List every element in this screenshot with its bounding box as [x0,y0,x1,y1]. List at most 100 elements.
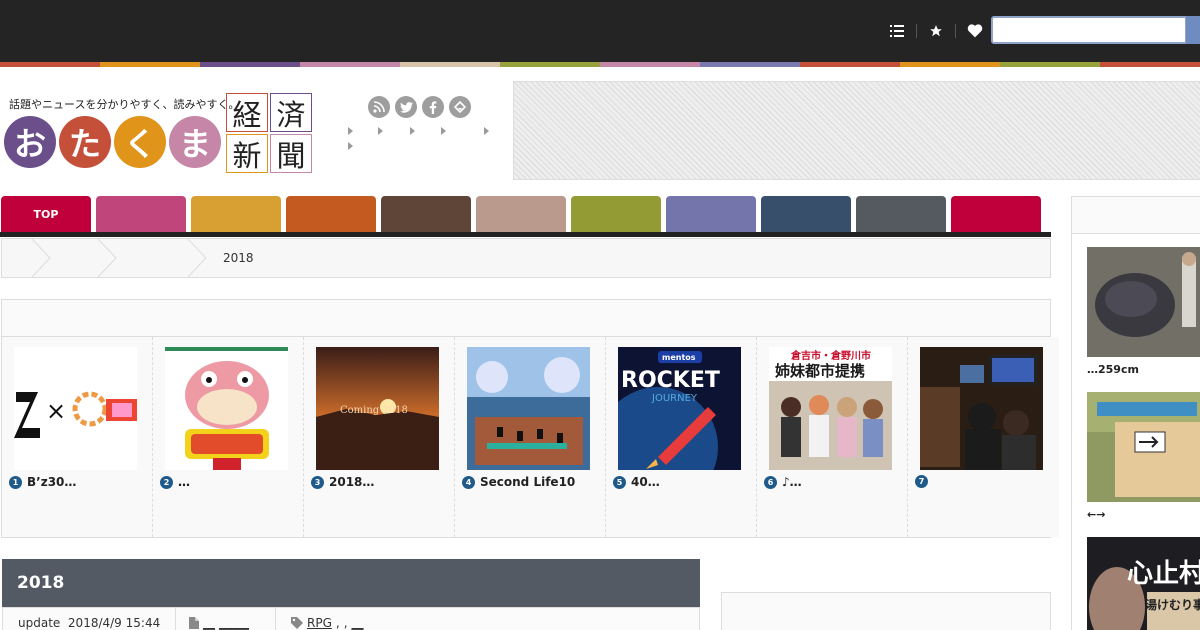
heart-icon[interactable] [966,22,984,40]
rss-icon[interactable] [368,96,390,118]
rank-number-badge: 2 [160,475,173,489]
rank-number-badge: 1 [9,475,22,489]
rank-number-badge: 3 [311,475,324,489]
stripe-segment [700,62,800,67]
nav-tab-category[interactable] [761,196,851,232]
rank-number-badge: 7 [915,475,928,488]
sidebar-thumb-3[interactable]: 心止村 湯けむり事件簿 [1087,537,1200,630]
ranking-item[interactable]: 2… [153,337,304,537]
ranking-title[interactable]: B’z30… [27,475,76,489]
ranking-title[interactable]: 40… [631,475,660,489]
svg-text:Coming 2018: Coming 2018 [340,405,408,416]
svg-text:mentos: mentos [662,353,696,362]
ranking-title[interactable]: 2018… [329,475,374,489]
svg-text:×: × [46,397,66,425]
icon-separator [916,24,917,38]
list-icon[interactable] [888,22,906,40]
breadcrumb-home[interactable] [2,239,48,277]
stripe-segment [1000,62,1100,67]
stripe-segment [1100,62,1200,67]
ranking-item[interactable]: mentos ROCKET JOURNEY 5 40… [606,337,757,537]
rank-number-badge: 6 [764,475,777,489]
ranking-label[interactable]: 3 2018… [311,475,374,489]
ranking-label[interactable]: 5 40… [613,475,660,489]
search-input[interactable] [991,16,1187,44]
social-links [368,96,471,118]
header-link-arrow[interactable] [348,127,353,135]
ranking-label[interactable]: 6 ♪… [764,475,802,489]
header-link-arrow[interactable] [484,127,489,135]
category-link[interactable]: _____ [219,616,249,630]
sidebar-caption-2[interactable]: ←→ [1087,508,1105,521]
stripe-segment [400,62,500,67]
nav-tab-category[interactable] [191,196,281,232]
tag-icon [291,617,303,629]
site-tagline: 話題やニュースを分かりやすく、読みやすく。 [9,98,240,111]
ranking-item[interactable]: 4 Second Life10 [455,337,606,537]
nav-tab-category[interactable] [381,196,471,232]
logo-kanji-sai: 済 [270,93,312,132]
ranking-item[interactable]: 倉吉市・倉野川市 姉妹都市提携 6 ♪… [757,337,908,537]
ranking-label[interactable]: 4 Second Life10 [462,475,575,489]
site-logo[interactable]: お た く ま [4,116,221,168]
ranking-thumbnail[interactable]: 倉吉市・倉野川市 姉妹都市提携 [769,347,892,470]
stripe-segment [0,62,100,67]
sidebar-photo-sign [1087,392,1200,502]
category-nav: TOP [0,196,1051,238]
header-link-arrow[interactable] [410,127,415,135]
header-link-arrow[interactable] [378,127,383,135]
ranking-item[interactable]: Coming 2018 3 2018… [304,337,455,537]
ranking-label[interactable]: 1 B’z30… [9,475,76,489]
star-icon[interactable] [927,22,945,40]
ranking-thumbnail[interactable] [467,347,590,470]
sidebar-thumb-2[interactable] [1087,392,1200,502]
nav-tab-category[interactable] [286,196,376,232]
category-link[interactable]: __ [203,616,215,630]
twitter-icon[interactable] [395,96,417,118]
stripe-segment [900,62,1000,67]
ranking-thumbnail[interactable]: Coming 2018 [316,347,439,470]
ranking-thumbnail[interactable] [920,347,1043,470]
stripe-segment [600,62,700,67]
ranking-title[interactable]: Second Life10 [480,475,575,489]
feedly-icon[interactable] [449,96,471,118]
ranking-item[interactable]: 7 [908,337,1059,537]
nav-tab-category[interactable] [951,196,1041,232]
ranking-item[interactable]: × 1 B’z30… [2,337,153,537]
ranking-thumbnail[interactable]: × [14,347,137,470]
nav-tab-category[interactable] [571,196,661,232]
nav-tab-category[interactable] [856,196,946,232]
logo-char-o: お [4,116,56,168]
ranking-thumbnail[interactable] [165,347,288,470]
tag-separator: , [343,616,348,630]
tag-link[interactable]: RPG [307,616,332,630]
header-link-arrow[interactable] [348,142,353,150]
sidebar-thumb-1[interactable] [1087,247,1200,357]
ranking-title[interactable]: ♪… [782,475,802,489]
nav-tab-top[interactable]: TOP [1,196,91,232]
ad-banner[interactable] [513,81,1200,180]
rank-number-badge: 4 [462,475,475,489]
nav-underline [0,232,1051,237]
stripe-segment [200,62,300,67]
facebook-icon[interactable] [422,96,444,118]
logo-char-ku: く [114,116,166,168]
ranking-label[interactable]: 2… [160,475,190,489]
ranking-label[interactable]: 7 [915,475,933,488]
update-date: 2018/4/9 15:44 [67,616,161,630]
ranking-title[interactable]: … [178,475,190,489]
breadcrumb-subcategory[interactable] [116,239,204,277]
search-button[interactable] [1186,16,1200,44]
sidebar-caption-1[interactable]: …259cm [1087,363,1139,376]
header-link-arrow[interactable] [441,127,446,135]
breadcrumb-category[interactable] [50,239,114,277]
logo-kanji-kei: 経 [226,93,268,132]
nav-tab-category[interactable] [96,196,186,232]
ranking-thumbnail[interactable]: mentos ROCKET JOURNEY [618,347,741,470]
tag-link[interactable]: __ [352,616,364,630]
nav-tab-category[interactable] [476,196,566,232]
logo-kanji-shin: 新 [226,134,268,173]
share-box [721,592,1051,630]
nav-tab-category[interactable] [666,196,756,232]
article-title[interactable]: 2018 [2,559,700,607]
